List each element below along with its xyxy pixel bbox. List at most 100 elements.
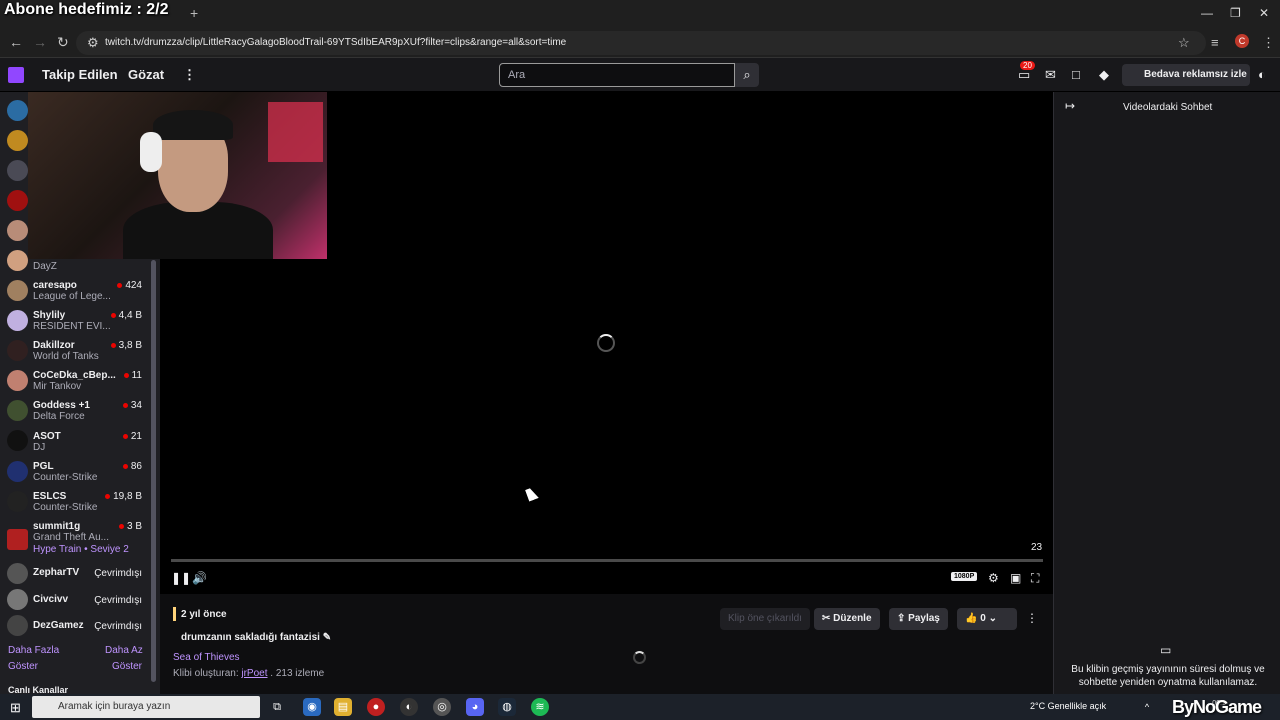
channel-game: Counter-Strike	[33, 472, 98, 483]
more-menu-icon[interactable]: ⋮	[183, 67, 196, 83]
settings-gear-icon[interactable]: ⚙	[988, 571, 999, 585]
avatar[interactable]	[7, 589, 28, 610]
channel-name[interactable]: ASOT	[33, 431, 61, 442]
channel-game: DayZ	[33, 261, 57, 272]
prime-watch-adfree-button[interactable]: Bedava reklamsız izle	[1122, 64, 1250, 86]
taskbar-search-input[interactable]: Aramak için buraya yazın	[32, 696, 260, 718]
reload-icon[interactable]: ↻	[57, 34, 69, 51]
menu-icon[interactable]: ⋮	[1262, 35, 1275, 51]
avatar[interactable]	[7, 310, 28, 331]
maximize-icon[interactable]: ❐	[1230, 6, 1241, 20]
spotify-icon[interactable]: ≋	[531, 698, 549, 716]
channel-game: DJ	[33, 442, 46, 453]
more-options-icon[interactable]: ⋮	[1026, 611, 1038, 625]
featured-clip-button[interactable]: Klip öne çıkarıldı	[720, 608, 810, 630]
game-link[interactable]: Sea of Thieves	[173, 652, 240, 663]
channel-name[interactable]: Dakillzor	[33, 340, 75, 351]
show-more-link[interactable]: Daha Fazla	[8, 645, 59, 656]
windows-start-icon[interactable]: ⊞	[10, 700, 21, 716]
avatar[interactable]	[7, 615, 28, 636]
show-less-link-line2[interactable]: Göster	[112, 661, 142, 672]
close-icon[interactable]: ✕	[1259, 6, 1269, 20]
theatre-mode-icon[interactable]: ▣	[1010, 571, 1021, 585]
progress-bar[interactable]	[171, 559, 1043, 562]
weather-widget[interactable]: 2°C Genellikle açık	[1030, 701, 1106, 711]
chevron-down-icon[interactable]: ⌄	[989, 613, 997, 624]
user-avatar[interactable]: ◐	[1258, 67, 1266, 82]
channel-name[interactable]: ESLCS	[33, 491, 66, 502]
forward-icon[interactable]: →	[33, 34, 47, 50]
share-button[interactable]: ⇪ Paylaş	[889, 608, 948, 630]
avatar[interactable]	[7, 190, 28, 211]
avatar[interactable]	[7, 280, 28, 301]
channel-name[interactable]: DezGamez	[33, 620, 84, 631]
file-explorer-icon[interactable]: ▤	[334, 698, 352, 716]
avatar[interactable]	[7, 461, 28, 482]
avatar[interactable]	[7, 430, 28, 451]
avatar[interactable]	[7, 340, 28, 361]
fullscreen-icon[interactable]: ⛶	[1031, 571, 1039, 586]
channel-name[interactable]: summit1g	[33, 521, 80, 532]
app-icon[interactable]: ◎	[433, 698, 451, 716]
scissors-icon: ✂	[822, 613, 834, 624]
channel-name[interactable]: CoCeDka_cBep...	[33, 370, 116, 381]
channel-game: Counter-Strike	[33, 502, 98, 513]
channel-name[interactable]: Civcivv	[33, 594, 68, 605]
minimize-icon[interactable]: —	[1201, 6, 1213, 20]
pause-icon[interactable]: ❚❚	[171, 571, 191, 585]
avatar[interactable]	[7, 370, 28, 391]
search-input[interactable]: Ara	[499, 63, 735, 87]
channel-name[interactable]: PGL	[33, 461, 54, 472]
url-text: twitch.tv/drumzza/clip/LittleRacyGalagoB…	[105, 37, 567, 48]
sidebar-scrollbar[interactable]	[151, 260, 156, 682]
discord-icon[interactable]: ◕	[466, 698, 484, 716]
tray-icon[interactable]: ^	[1138, 698, 1156, 716]
channel-name[interactable]: Shylily	[33, 310, 65, 321]
edit-button[interactable]: ✂ Düzenle	[814, 608, 880, 630]
search-icon[interactable]: ⌕	[735, 63, 759, 87]
avatar[interactable]	[7, 400, 28, 421]
offline-status: Çevrimdışı	[94, 621, 142, 632]
twitch-logo-icon[interactable]	[8, 67, 24, 83]
volume-icon[interactable]: 🔊	[192, 571, 207, 585]
chrome-icon[interactable]: ◉	[303, 698, 321, 716]
neon-sign	[268, 102, 323, 162]
back-icon[interactable]: ←	[9, 34, 23, 50]
avatar[interactable]	[7, 220, 28, 241]
channel-name[interactable]: caresapo	[33, 280, 77, 291]
avatar[interactable]	[7, 563, 28, 584]
steam-icon[interactable]: ◍	[498, 698, 516, 716]
view-count: . 213 izleme	[270, 668, 325, 679]
avatar[interactable]	[7, 100, 28, 121]
nav-browse[interactable]: Gözat	[128, 67, 164, 82]
whispers-icon[interactable]: ✉	[1045, 67, 1056, 83]
bits-icon[interactable]: ◆	[1099, 67, 1109, 83]
app-icon[interactable]: ◐	[400, 698, 418, 716]
edit-pencil-icon[interactable]: ✎	[323, 632, 331, 643]
viewer-count: 19,8 B	[105, 491, 142, 502]
new-tab-button[interactable]: +	[190, 5, 198, 21]
avatar[interactable]	[7, 529, 28, 550]
channel-name[interactable]: ZepharTV	[33, 567, 79, 578]
activity-icon[interactable]: □	[1072, 67, 1080, 82]
nav-following[interactable]: Takip Edilen	[42, 67, 118, 82]
bookmark-star-icon[interactable]: ☆	[1178, 35, 1190, 51]
like-button[interactable]: 👍 0 ⌄	[957, 608, 1017, 630]
show-more-link-line2[interactable]: Göster	[8, 661, 38, 672]
avatar[interactable]	[7, 160, 28, 181]
prime-button-label: Bedava reklamsız izle	[1144, 69, 1247, 80]
clipper-link[interactable]: jrPoet	[241, 668, 267, 679]
collapse-chat-icon[interactable]: ↦	[1065, 99, 1075, 113]
avatar[interactable]	[7, 130, 28, 151]
profile-avatar[interactable]: C	[1235, 34, 1249, 48]
app-icon[interactable]: ●	[367, 698, 385, 716]
extensions-icon[interactable]: ≡	[1211, 35, 1219, 50]
avatar[interactable]	[7, 491, 28, 512]
viewer-count: 3 B	[118, 521, 142, 532]
quality-badge[interactable]: 1080P	[951, 572, 978, 581]
avatar[interactable]	[7, 250, 28, 271]
task-view-icon[interactable]: ⧉	[268, 698, 286, 716]
show-less-link[interactable]: Daha Az	[105, 645, 143, 656]
channel-name[interactable]: Goddess +1	[33, 400, 90, 411]
site-info-icon[interactable]: ⚙	[87, 35, 99, 51]
